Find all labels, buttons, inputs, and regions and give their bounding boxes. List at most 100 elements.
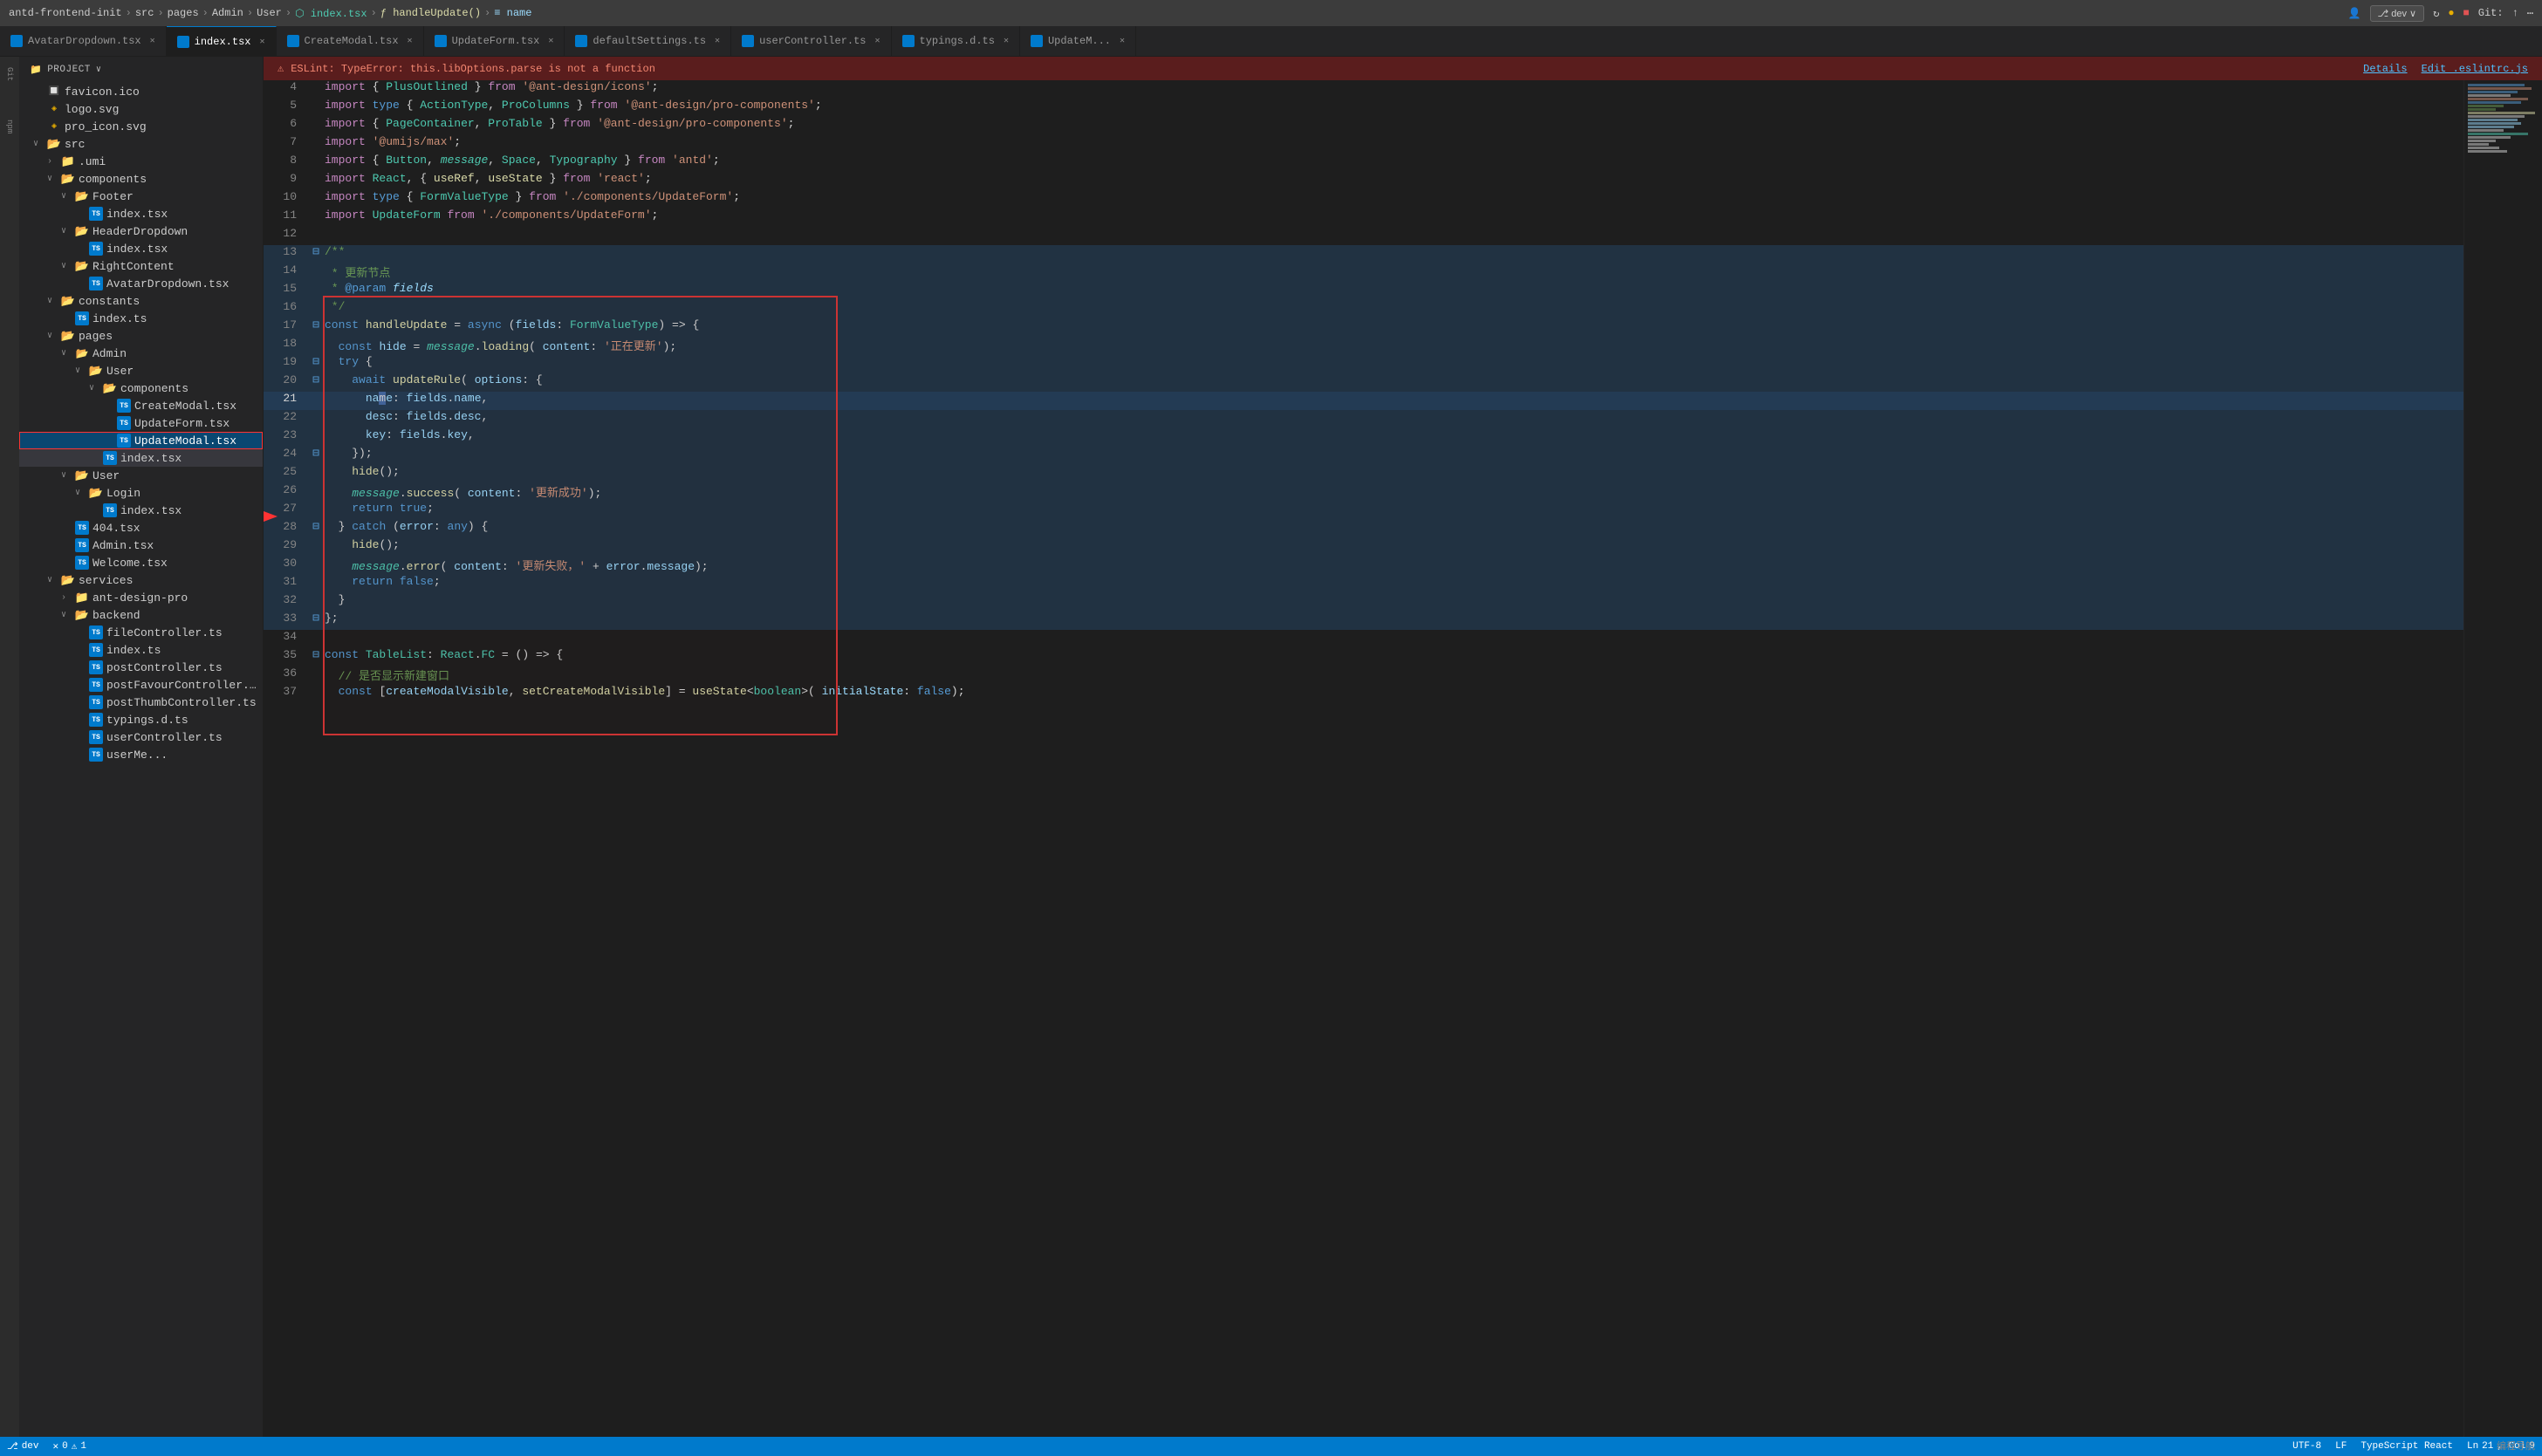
folder-backend[interactable]: ∨ 📂 backend [19, 606, 263, 624]
tab-close-icon[interactable]: ✕ [259, 37, 264, 47]
file-typings[interactable]: TS typings.d.ts [19, 711, 263, 728]
folder-constants[interactable]: ∨ 📂 constants [19, 292, 263, 310]
line-gutter: ⊟ [307, 245, 325, 258]
top-bar-right: 👤 ⎇ dev ∨ ↻ ● ■ Git: ↑ ⋯ [2348, 5, 2533, 22]
tab-user-controller[interactable]: userController.ts ✕ [731, 26, 891, 56]
code-line-14: 14 * 更新节点 [264, 263, 2463, 282]
file-favicon[interactable]: 🔲 favicon.ico [19, 83, 263, 100]
line-number: 30 [264, 557, 307, 570]
code-line-21: 21 name: fields.name, [264, 392, 2463, 410]
code-line-16: 16 */ [264, 300, 2463, 318]
tab-default-settings[interactable]: defaultSettings.ts ✕ [565, 26, 731, 56]
tab-index[interactable]: index.tsx ✕ [167, 26, 277, 56]
edit-eslint-link[interactable]: Edit .eslintrc.js [2422, 63, 2528, 75]
folder-open-icon: 📂 [61, 294, 75, 308]
folder-right-content[interactable]: ∨ 📂 RightContent [19, 257, 263, 275]
tab-close-icon[interactable]: ✕ [1120, 36, 1125, 46]
file-admin-tsx[interactable]: TS Admin.tsx [19, 537, 263, 554]
file-post-controller[interactable]: TS postController.ts [19, 659, 263, 676]
line-content: // 是否显示新建窗口 [325, 666, 2463, 683]
tsx-icon: TS [89, 277, 103, 291]
file-user-controller[interactable]: TS userController.ts [19, 728, 263, 746]
file-post-favour-controller[interactable]: TS postFavourController.ts [19, 676, 263, 694]
file-update-form[interactable]: TS UpdateForm.tsx [19, 414, 263, 432]
folder-label: Footer [92, 190, 263, 203]
file-post-thumb-controller[interactable]: TS postThumbController.ts [19, 694, 263, 711]
file-footer-index[interactable]: TS index.tsx [19, 205, 263, 222]
breadcrumb-admin: Admin [212, 7, 243, 19]
tab-typings[interactable]: typings.d.ts ✕ [892, 26, 1020, 56]
file-label: AvatarDropdown.tsx [106, 277, 263, 291]
folder-label: User [92, 469, 263, 482]
project-header[interactable]: 📁 Project ∨ [19, 57, 263, 83]
folder-admin[interactable]: ∨ 📂 Admin [19, 345, 263, 362]
details-link[interactable]: Details [2363, 63, 2407, 75]
file-constants-index[interactable]: TS index.ts [19, 310, 263, 327]
folder-open-icon: 📂 [75, 224, 89, 238]
folder-footer[interactable]: ∨ 📂 Footer [19, 188, 263, 205]
code-line-30: 30 message.error( content: '更新失败，' + err… [264, 557, 2463, 575]
file-pro-icon-svg[interactable]: ◈ pro_icon.svg [19, 118, 263, 135]
tab-update-modal[interactable]: UpdateM... ✕ [1020, 26, 1136, 56]
status-line-ending[interactable]: LF [2335, 1441, 2347, 1452]
status-encoding[interactable]: UTF-8 [2292, 1441, 2321, 1452]
tab-close-icon[interactable]: ✕ [150, 36, 155, 46]
file-backend-index[interactable]: TS index.ts [19, 641, 263, 659]
file-update-modal[interactable]: TS UpdateModal.tsx [19, 432, 263, 449]
file-user-index[interactable]: TS index.tsx [19, 449, 263, 467]
tab-close-icon[interactable]: ✕ [1004, 36, 1009, 46]
folder-services[interactable]: ∨ 📂 services [19, 571, 263, 589]
file-404[interactable]: TS 404.tsx [19, 519, 263, 537]
folder-src[interactable]: ∨ 📂 src [19, 135, 263, 153]
folder-user-components[interactable]: ∨ 📂 components [19, 379, 263, 397]
line-content: import { PlusOutlined } from '@ant-desig… [325, 80, 2463, 93]
chevron-icon: ∨ [47, 296, 61, 306]
folder-umi[interactable]: › 📁 .umi [19, 153, 263, 170]
activity-npm[interactable]: npm [5, 120, 14, 133]
line-number: 17 [264, 318, 307, 332]
code-line-8: 8 import { Button, message, Space, Typog… [264, 154, 2463, 172]
code-line-34: 34 [264, 630, 2463, 648]
git-upload-icon: ↑ [2512, 7, 2518, 19]
line-content: hide(); [325, 465, 2463, 478]
line-number: 12 [264, 227, 307, 240]
folder-pages[interactable]: ∨ 📂 pages [19, 327, 263, 345]
breadcrumb[interactable]: antd-frontend-init › src › pages › Admin… [9, 7, 531, 20]
file-header-index[interactable]: TS index.tsx [19, 240, 263, 257]
code-editor[interactable]: 4 import { PlusOutlined } from '@ant-des… [264, 80, 2463, 1437]
line-content: hide(); [325, 538, 2463, 551]
tab-close-icon[interactable]: ✕ [408, 36, 413, 46]
tab-close-icon[interactable]: ✕ [548, 36, 553, 46]
file-user-me[interactable]: TS userMe... [19, 746, 263, 763]
folder-label: ant-design-pro [92, 591, 263, 605]
folder-components[interactable]: ∨ 📂 components [19, 170, 263, 188]
code-line-10: 10 import type { FormValueType } from '.… [264, 190, 2463, 208]
file-create-modal[interactable]: TS CreateModal.tsx [19, 397, 263, 414]
file-login-index[interactable]: TS index.tsx [19, 502, 263, 519]
tab-avatar-dropdown[interactable]: AvatarDropdown.tsx ✕ [0, 26, 167, 56]
tab-ts-icon [742, 35, 754, 47]
line-content [325, 227, 2463, 240]
file-file-controller[interactable]: TS fileController.ts [19, 624, 263, 641]
activity-git[interactable]: Git [5, 67, 14, 81]
file-avatar-dropdown[interactable]: TS AvatarDropdown.tsx [19, 275, 263, 292]
status-errors[interactable]: ✕ 0 ⚠ 1 [53, 1440, 86, 1453]
folder-login[interactable]: ∨ 📂 Login [19, 484, 263, 502]
line-gutter: ⊟ [307, 373, 325, 386]
tab-update-form[interactable]: UpdateForm.tsx ✕ [424, 26, 565, 56]
folder-pages-user[interactable]: ∨ 📂 User [19, 467, 263, 484]
status-branch[interactable]: ⎇ dev [7, 1440, 39, 1453]
folder-ant-design-pro[interactable]: › 📁 ant-design-pro [19, 589, 263, 606]
tab-tsx-icon [10, 35, 23, 47]
file-logo-svg[interactable]: ◈ logo.svg [19, 100, 263, 118]
tab-create-modal[interactable]: CreateModal.tsx ✕ [277, 26, 424, 56]
line-gutter: ⊟ [307, 447, 325, 460]
folder-admin-user[interactable]: ∨ 📂 User [19, 362, 263, 379]
folder-header-dropdown[interactable]: ∨ 📂 HeaderDropdown [19, 222, 263, 240]
status-language[interactable]: TypeScript React [2360, 1441, 2453, 1452]
tab-close-icon[interactable]: ✕ [875, 36, 880, 46]
ts-icon: TS [89, 730, 103, 744]
tab-close-icon[interactable]: ✕ [715, 36, 720, 46]
file-welcome-tsx[interactable]: TS Welcome.tsx [19, 554, 263, 571]
branch-button[interactable]: ⎇ dev ∨ [2370, 5, 2425, 22]
